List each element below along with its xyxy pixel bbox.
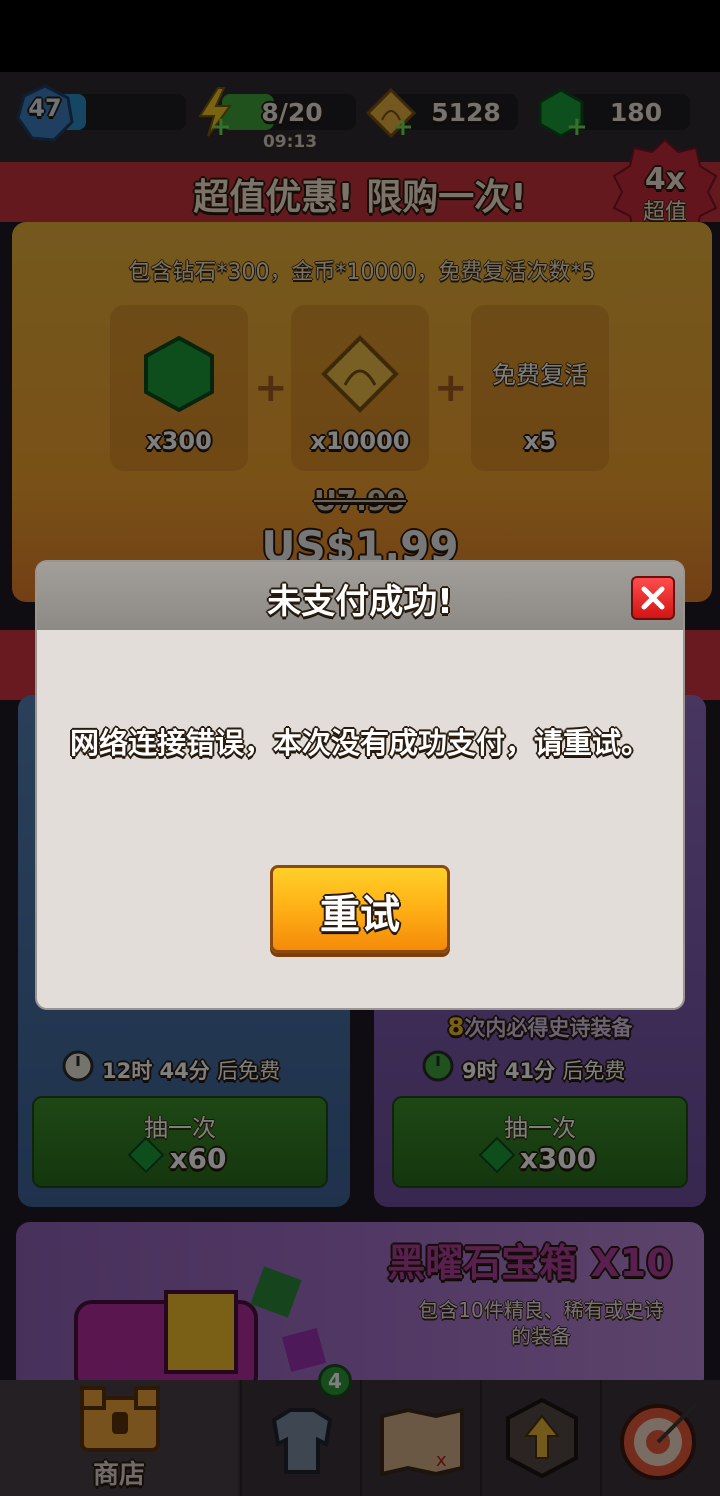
dialog-message: 网络连接错误，本次没有成功支付，请重试。 (69, 726, 650, 760)
close-button[interactable] (631, 576, 675, 620)
payment-error-dialog: 未支付成功! 网络连接错误，本次没有成功支付，请重试。 重试 (37, 562, 683, 1008)
close-icon (641, 586, 665, 610)
dialog-title: 未支付成功! (267, 582, 453, 622)
retry-label: 重试 (320, 892, 400, 938)
retry-button[interactable]: 重试 (270, 865, 450, 953)
status-bar (0, 0, 720, 72)
